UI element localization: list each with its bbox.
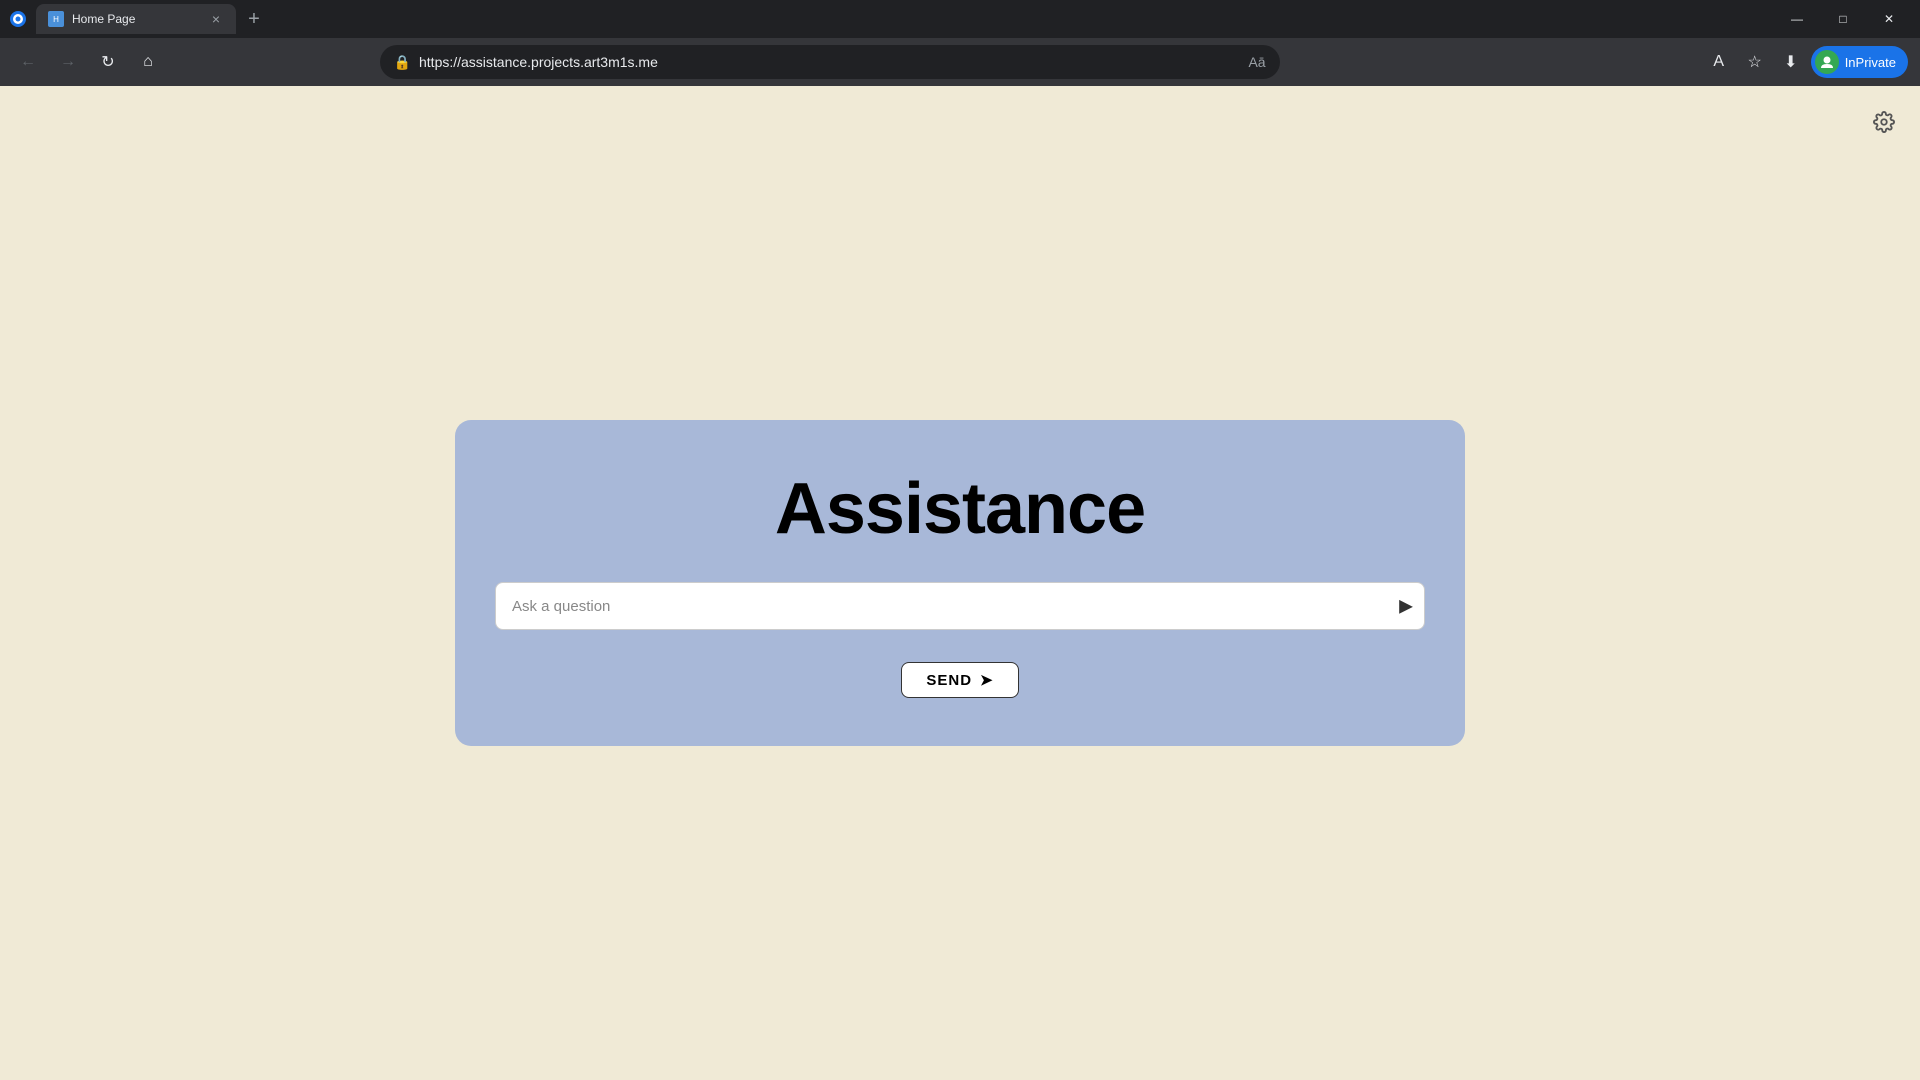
address-text: https://assistance.projects.art3m1s.me — [419, 54, 1240, 70]
send-arrow-icon: ➤ — [980, 671, 994, 689]
settings-icon-button[interactable] — [1868, 106, 1900, 138]
inprivate-label: InPrivate — [1845, 55, 1896, 70]
inprivate-button[interactable]: InPrivate — [1811, 46, 1908, 78]
toolbar-actions: A ☆ ⬇ InPrivate — [1703, 46, 1908, 78]
tab-favicon: H — [48, 11, 64, 27]
downloads-button[interactable]: ⬇ — [1775, 46, 1807, 78]
favorites-button[interactable]: ☆ — [1739, 46, 1771, 78]
profile-avatar — [1815, 50, 1839, 74]
home-button[interactable]: ⌂ — [132, 46, 164, 78]
send-button-label: SEND — [926, 672, 972, 689]
tab-close-button[interactable]: × — [208, 11, 224, 27]
forward-button[interactable]: → — [52, 46, 84, 78]
lock-icon: 🔒 — [394, 54, 411, 71]
question-input-row: ▶ — [495, 582, 1425, 630]
question-input[interactable] — [495, 582, 1425, 630]
tab-title: Home Page — [72, 12, 200, 26]
address-bar[interactable]: 🔒 https://assistance.projects.art3m1s.me… — [380, 45, 1280, 79]
close-button[interactable]: ✕ — [1866, 4, 1912, 34]
input-send-icon[interactable]: ▶ — [1399, 596, 1413, 617]
browser-logo-icon — [8, 9, 28, 29]
assistance-card: Assistance ▶ SEND ➤ — [455, 420, 1465, 746]
window-controls: — □ ✕ — [1774, 4, 1912, 34]
permissions-icon[interactable]: Aā — [1248, 54, 1265, 70]
maximize-button[interactable]: □ — [1820, 4, 1866, 34]
toolbar: ← → ↻ ⌂ 🔒 https://assistance.projects.ar… — [0, 38, 1920, 86]
browser-chrome: H Home Page × + — □ ✕ ← → ↻ ⌂ 🔒 https://… — [0, 0, 1920, 86]
refresh-button[interactable]: ↻ — [92, 46, 124, 78]
back-button[interactable]: ← — [12, 46, 44, 78]
new-tab-button[interactable]: + — [240, 5, 268, 33]
card-title: Assistance — [775, 468, 1145, 550]
translate-button[interactable]: A — [1703, 46, 1735, 78]
svg-text:H: H — [53, 15, 59, 24]
page-content: Assistance ▶ SEND ➤ — [0, 86, 1920, 1080]
minimize-button[interactable]: — — [1774, 4, 1820, 34]
tab-bar: H Home Page × + — □ ✕ — [0, 0, 1920, 38]
active-tab[interactable]: H Home Page × — [36, 4, 236, 34]
send-button[interactable]: SEND ➤ — [901, 662, 1018, 698]
